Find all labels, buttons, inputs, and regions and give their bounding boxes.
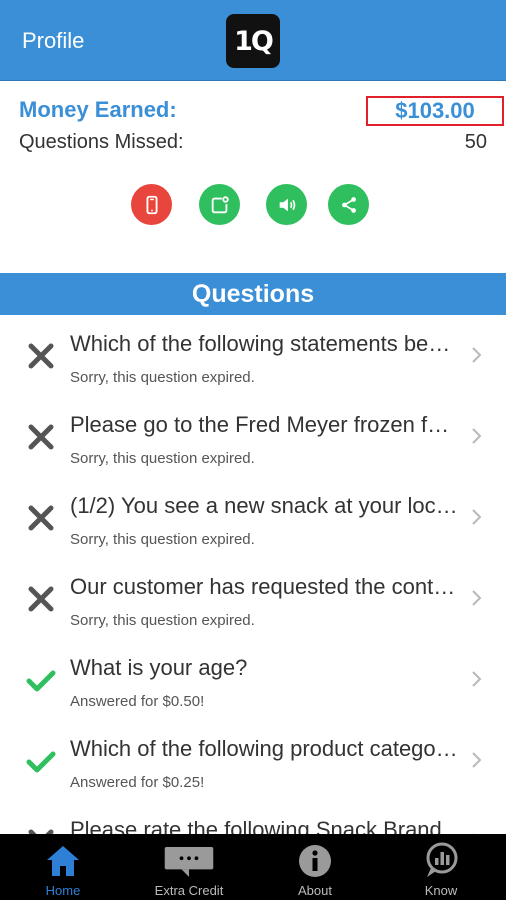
cross-icon <box>28 343 54 369</box>
checkmark-icon <box>26 670 56 692</box>
chevron-right-icon <box>472 428 482 444</box>
checkmark-icon <box>26 751 56 773</box>
question-title: Our customer has requested the contact i… <box>70 574 460 599</box>
question-row[interactable]: Please rate the following Snack Brand <box>0 801 506 835</box>
cross-icon <box>28 505 54 531</box>
speaker-icon <box>279 198 295 211</box>
questions-list[interactable]: Which of the following statements best d… <box>0 315 506 835</box>
question-status-text: Answered for $0.50! <box>70 693 205 710</box>
chevron-right-icon <box>472 590 482 606</box>
app-logo: 1Q <box>226 14 280 68</box>
tab-about[interactable]: About <box>252 834 378 900</box>
tab-extra-credit[interactable]: Extra Credit <box>126 834 252 900</box>
chart-bubble-icon <box>426 842 458 877</box>
question-title: Please rate the following Snack Brand <box>70 817 442 835</box>
questions-missed-label: Questions Missed: <box>19 131 184 153</box>
question-row[interactable]: Please go to the Fred Meyer frozen food … <box>0 396 506 477</box>
tab-about-label: About <box>298 883 332 898</box>
cross-icon <box>28 424 54 450</box>
question-status-text: Sorry, this question expired. <box>70 612 255 629</box>
question-status-text: Sorry, this question expired. <box>70 531 255 548</box>
questions-missed-value: 50 <box>464 131 487 153</box>
tab-bar: Home Extra Credit About Know <box>0 834 506 900</box>
question-row[interactable]: Our customer has requested the contact i… <box>0 558 506 639</box>
question-status-text: Sorry, this question expired. <box>70 450 255 467</box>
phone-icon <box>146 195 157 214</box>
question-row[interactable]: (1/2) You see a new snack at your local … <box>0 477 506 558</box>
share-button[interactable] <box>328 184 369 225</box>
cross-icon <box>28 586 54 612</box>
tab-know-label: Know <box>424 883 458 898</box>
question-status-text: Answered for $0.25! <box>70 774 205 791</box>
tab-home[interactable]: Home <box>0 834 126 900</box>
questions-header: Questions <box>0 273 506 315</box>
tab-home-label: Home <box>45 883 81 898</box>
question-title: Which of the following statements best d… <box>70 331 460 356</box>
chevron-right-icon <box>472 671 482 687</box>
question-row[interactable]: What is your age? Answered for $0.50! <box>0 639 506 720</box>
money-earned-value: $103.00 <box>366 96 504 126</box>
question-title: Please go to the Fred Meyer frozen food … <box>70 412 460 437</box>
share-icon <box>341 196 356 213</box>
edit-note-icon <box>211 195 229 213</box>
tab-extra-credit-label: Extra Credit <box>154 883 224 898</box>
home-icon <box>47 846 79 876</box>
question-title: (1/2) You see a new snack at your local … <box>70 493 460 518</box>
question-row[interactable]: Which of the following product categorie… <box>0 720 506 801</box>
app-header: Profile 1Q <box>0 0 506 81</box>
chevron-right-icon <box>472 347 482 363</box>
profile-title[interactable]: Profile <box>22 28 84 54</box>
chat-bubble-icon <box>164 847 214 877</box>
info-icon <box>299 845 331 877</box>
chevron-right-icon <box>472 509 482 525</box>
speaker-button[interactable] <box>266 184 307 225</box>
question-row[interactable]: Which of the following statements best d… <box>0 315 506 396</box>
chevron-right-icon <box>472 752 482 768</box>
phone-button[interactable] <box>131 184 172 225</box>
question-title: Which of the following product categorie… <box>70 736 460 761</box>
money-earned-label: Money Earned: <box>19 97 177 122</box>
question-status-text: Sorry, this question expired. <box>70 369 255 386</box>
edit-note-button[interactable] <box>199 184 240 225</box>
tab-know[interactable]: Know <box>378 834 504 900</box>
question-title: What is your age? <box>70 655 248 680</box>
